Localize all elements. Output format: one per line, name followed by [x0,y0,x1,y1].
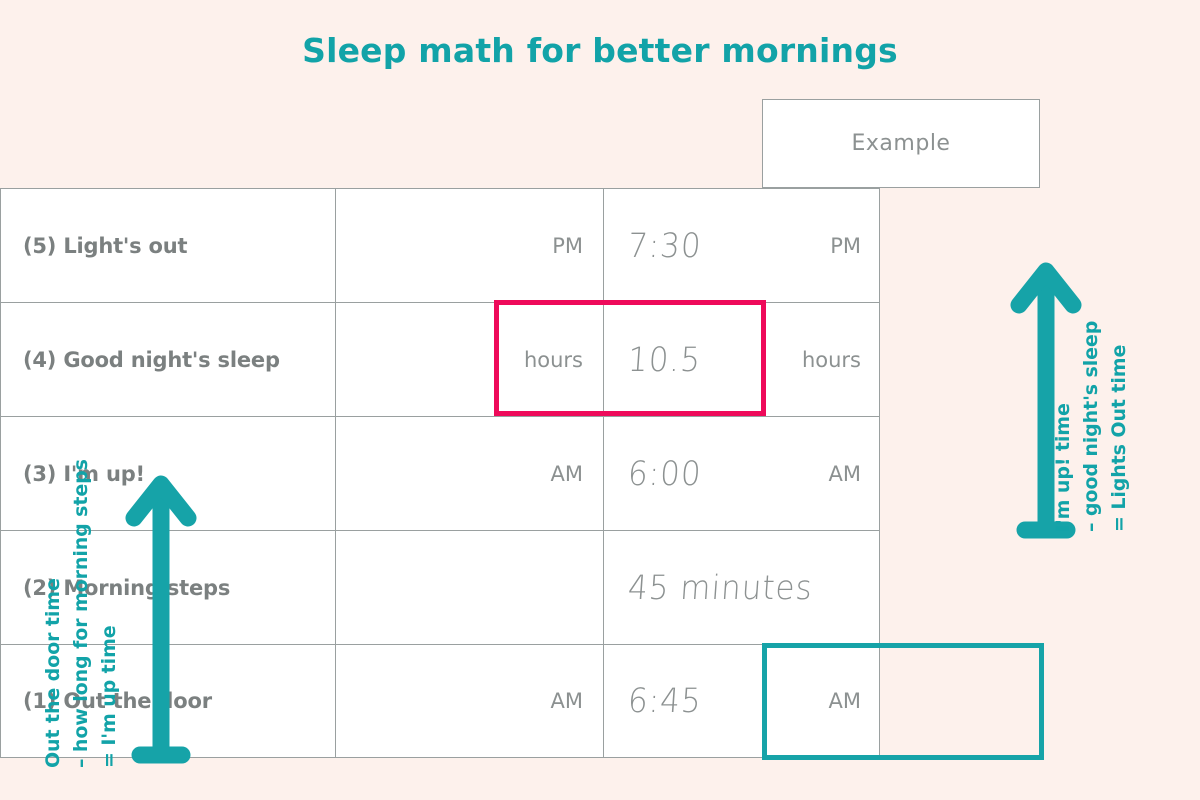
row-input-cell[interactable] [335,531,603,644]
infographic-canvas: Sleep math for better mornings Example (… [0,0,1200,800]
row-input-unit: AM [550,689,583,713]
row-input-cell[interactable]: AM [335,645,603,757]
row-step-label: (4) Good night's sleep [23,347,280,372]
table-header-example-label: Example [851,131,951,156]
row-example-value: 7:30 [626,226,703,265]
table-row: (5) Light's out PM 7:30 PM [0,188,880,302]
row-example-cell: 7:30 PM [603,189,881,302]
page-title: Sleep math for better mornings [302,31,898,70]
row-example-value: 45 minutes [626,568,815,607]
row-input-cell[interactable]: AM [335,417,603,530]
row-example-value: 6:00 [626,454,703,493]
row-example-cell: 10.5 hours [603,303,881,416]
row-example-cell: 6:00 AM [603,417,881,530]
row-example-value: 6:45 [626,681,703,721]
row-input-unit: AM [550,461,583,486]
row-example-unit: hours [801,347,861,372]
row-input-unit: hours [523,347,583,372]
row-step-label: (5) Light's out [23,233,188,258]
row-example-value: 10.5 [626,340,703,379]
row-input-unit: PM [552,233,583,258]
row-input-cell[interactable]: hours [335,303,603,416]
row-example-cell: 6:45 AM [603,645,881,757]
row-input-cell[interactable]: PM [335,189,603,302]
row-example-unit: AM [828,689,861,713]
row-example-unit: AM [828,461,861,486]
row-example-unit: PM [830,233,861,258]
table-row: (4) Good night's sleep hours 10.5 hours [0,302,880,416]
table-header-example: Example [762,99,1040,188]
row-example-cell: 45 minutes [603,531,881,644]
up-arrow-left [125,475,197,764]
